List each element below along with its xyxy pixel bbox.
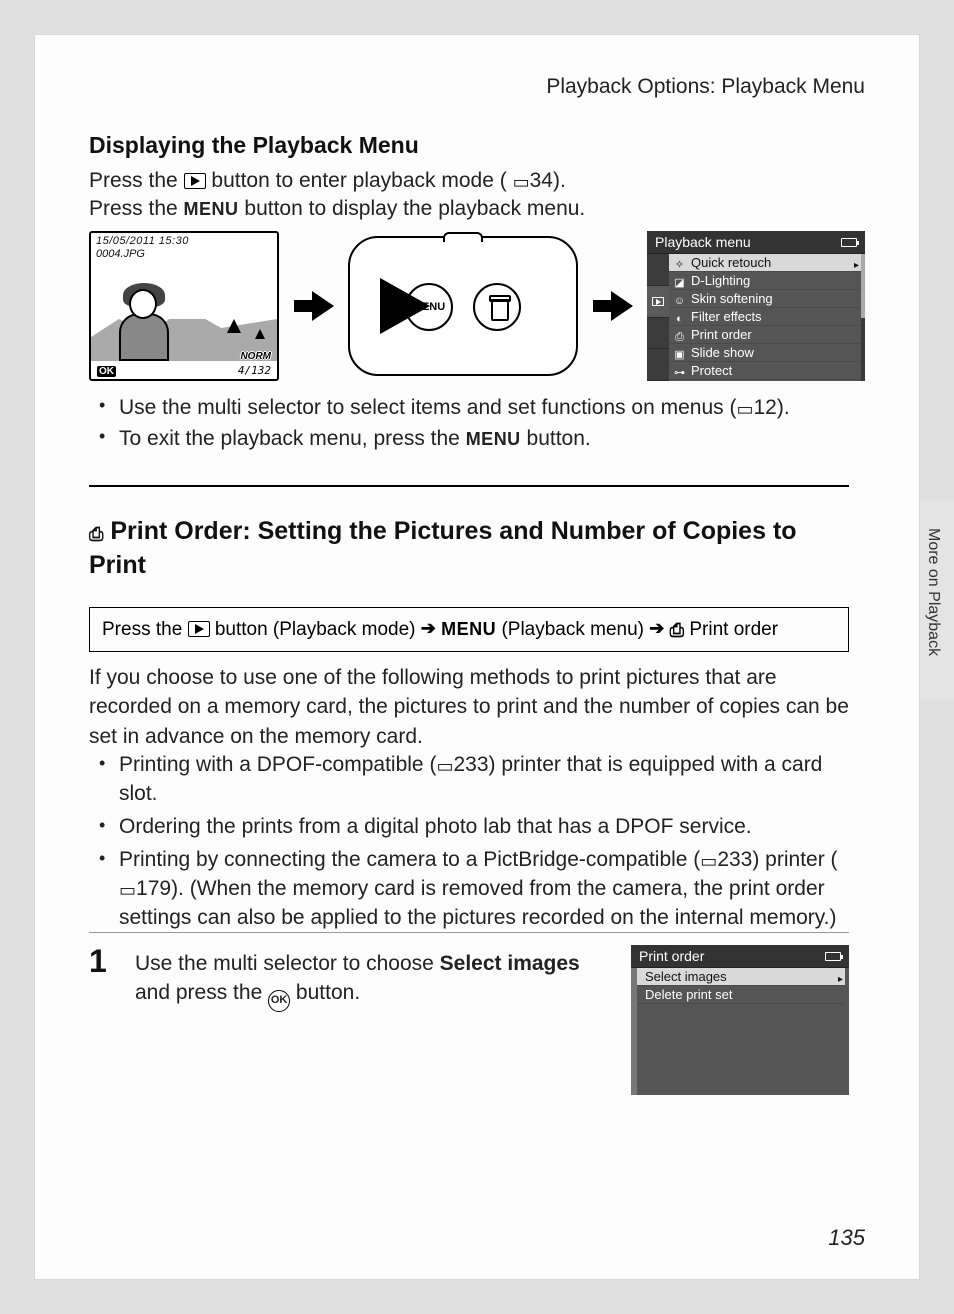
menu-item: ⎙Print order — [669, 326, 861, 344]
menu-word: MENU — [184, 199, 239, 219]
battery-icon — [825, 952, 841, 961]
print-order-menu-screenshot: Print order Select images▸Delete print s… — [631, 945, 849, 1095]
print-order-icon: ⎙ — [89, 524, 103, 544]
lcd-counter: 4/132 — [238, 364, 271, 377]
menu-item-icon: ⊶ — [672, 364, 687, 382]
arrow-icon — [294, 291, 334, 321]
breadcrumb: Playback Options: Playback Menu — [546, 75, 865, 99]
menu-item: ◐Filter effects — [669, 308, 861, 326]
text: Press the — [89, 197, 184, 220]
playback-menu-screenshot: Playback menu ✧Quick retouch▸◪D-Lighting… — [647, 231, 865, 381]
text: button to enter playback mode ( — [211, 169, 506, 192]
arrow-right-icon: ➔ — [421, 618, 436, 638]
side-tab-blank — [647, 349, 669, 381]
play-icon — [184, 173, 206, 189]
bullet: Ordering the prints from a digital photo… — [119, 813, 849, 842]
bullet: Use the multi selector to select items a… — [119, 393, 865, 422]
lcd-ok-hint: OK — [97, 366, 116, 377]
lcd-quality: NORM — [240, 351, 271, 362]
camera-trash-button — [473, 283, 521, 331]
book-icon: ▭ — [513, 170, 530, 194]
navigation-path-box: Press the button (Playback mode) ➔ MENU … — [89, 607, 849, 652]
arrow-right-icon: ➔ — [649, 618, 664, 638]
book-icon: ▭ — [700, 849, 717, 874]
section1-title: Displaying the Playback Menu — [89, 132, 419, 159]
lcd-scene — [91, 261, 277, 361]
menu-word: MENU — [466, 429, 521, 449]
step1-text: Use the multi selector to choose Select … — [135, 949, 605, 1012]
side-tab-playback — [647, 286, 669, 318]
menu-item: ◪D-Lighting — [669, 272, 861, 290]
menu-item: ▣Slide show — [669, 344, 861, 362]
side-tab-text: More on Playback — [924, 528, 942, 656]
book-icon: ▭ — [436, 754, 453, 779]
step-number: 1 — [89, 943, 107, 980]
side-tab-mode — [647, 254, 669, 286]
lcd-screenshot: 15/05/2011 15:30 0004.JPG NORM 4/132 OK — [89, 231, 279, 381]
lcd-filename: 0004.JPG — [96, 248, 145, 260]
section2-bullets: Printing with a DPOF-compatible (▭233) p… — [113, 751, 849, 937]
menu-item: ⊶Protect — [669, 362, 861, 380]
play-icon — [188, 621, 210, 637]
menu-side-tabs — [647, 254, 669, 381]
bold-text: Select images — [440, 952, 580, 975]
battery-icon — [841, 238, 857, 247]
page-number: 135 — [828, 1225, 865, 1251]
book-icon: ▭ — [119, 878, 136, 903]
divider — [89, 485, 849, 487]
menu-items: ✧Quick retouch▸◪D-Lighting☺Skin softenin… — [669, 254, 861, 381]
text: Press the — [89, 169, 184, 192]
arrow-icon — [593, 291, 633, 321]
ok-button-icon: OK — [268, 990, 290, 1012]
section1-line1: Press the button to enter playback mode … — [89, 167, 566, 195]
text: ). — [553, 169, 566, 192]
section2-title: ⎙ Print Order: Setting the Pictures and … — [89, 515, 829, 583]
menu-item: Delete print set — [637, 986, 845, 1004]
book-icon: ▭ — [736, 397, 753, 422]
menu-item: ✧Quick retouch▸ — [669, 254, 861, 272]
menu-word: MENU — [441, 619, 496, 639]
menu-items: Select images▸Delete print set — [637, 968, 845, 1095]
figure-row: 15/05/2011 15:30 0004.JPG NORM 4/132 OK … — [89, 227, 865, 385]
menu-title: Print order — [639, 948, 704, 964]
page-ref: 34 — [530, 169, 553, 192]
bullet: To exit the playback menu, press the MEN… — [119, 424, 865, 453]
section1-line2: Press the MENU button to display the pla… — [89, 195, 585, 223]
manual-page: Playback Options: Playback Menu Displayi… — [34, 34, 920, 1280]
menu-item: Select images▸ — [637, 968, 845, 986]
menu-left-bar — [631, 968, 637, 1095]
bullet: Printing by connecting the camera to a P… — [119, 846, 849, 933]
bullets-after-figures: Use the multi selector to select items a… — [113, 393, 865, 456]
camera-back-diagram: MENU — [348, 236, 578, 376]
side-tab-setup — [647, 318, 669, 350]
text: button to display the playback menu. — [244, 197, 585, 220]
side-tab: More on Playback — [914, 500, 954, 700]
bullet: Printing with a DPOF-compatible (▭233) p… — [119, 751, 849, 809]
scrollbar — [861, 254, 865, 381]
lcd-timestamp: 15/05/2011 15:30 — [96, 235, 189, 247]
divider — [89, 932, 849, 933]
menu-title: Playback menu — [655, 234, 751, 250]
menu-item: ☺Skin softening — [669, 290, 861, 308]
camera-menu-button: MENU — [405, 283, 453, 331]
print-order-icon: ⎙ — [670, 620, 684, 640]
section2-paragraph: If you choose to use one of the followin… — [89, 663, 849, 751]
